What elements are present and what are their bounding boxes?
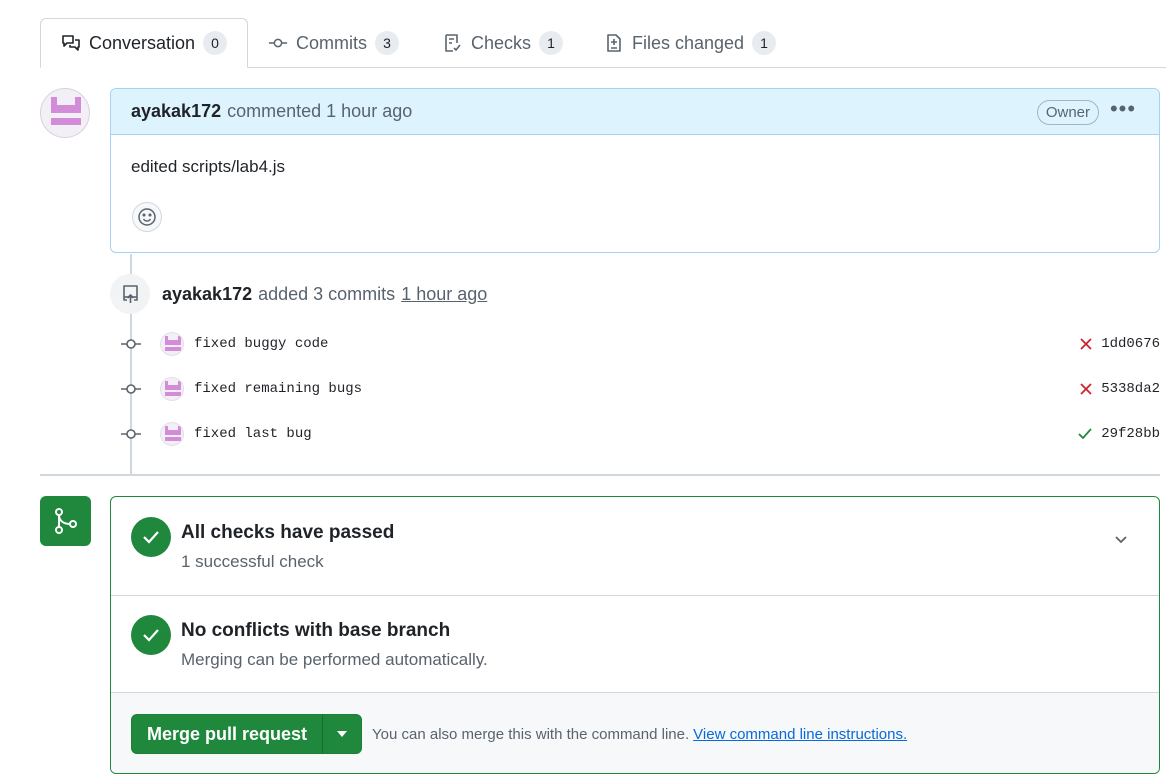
git-commit-icon	[120, 337, 142, 351]
merge-pull-request-button[interactable]: Merge pull request	[132, 715, 324, 753]
tab-counter: 3	[375, 31, 399, 55]
commit-status: 1dd0676	[1079, 336, 1160, 352]
check-icon[interactable]	[1077, 427, 1093, 441]
comment-header: ayakak172 commented 1 hour ago	[111, 89, 1159, 135]
conflicts-title: No conflicts with base branch	[181, 620, 451, 641]
tab-label: Files changed	[632, 32, 745, 53]
repo-push-icon	[110, 274, 150, 314]
merge-options-dropdown[interactable]	[323, 715, 361, 753]
commit-status: 5338da2	[1079, 381, 1160, 397]
checks-subtitle: 1 successful check	[181, 552, 324, 571]
tab-counter: 1	[539, 31, 564, 55]
comment-meta: commented 1 hour ago	[227, 101, 413, 121]
tab-commits[interactable]: Commits 3	[268, 18, 399, 68]
commits-time-link[interactable]: 1 hour ago	[401, 284, 487, 305]
list-item: fixed remaining bugs 5338da2	[120, 374, 1160, 404]
timeline-divider	[40, 474, 1160, 476]
list-item: fixed last bug 29f28bb	[120, 419, 1160, 449]
commit-message[interactable]: fixed remaining bugs	[194, 381, 362, 397]
avatar[interactable]	[160, 377, 184, 401]
git-merge-icon	[40, 496, 91, 546]
comment-body: edited scripts/lab4.js	[131, 157, 286, 176]
conflicts-subtitle: Merging can be performed automatically.	[181, 650, 488, 669]
divider	[111, 595, 1159, 596]
checks-title: All checks have passed	[181, 522, 395, 543]
avatar[interactable]	[160, 332, 184, 356]
merge-hint-text: You can also merge this with the command…	[372, 725, 690, 743]
commit-message[interactable]: fixed buggy code	[194, 336, 328, 352]
kebab-menu-icon[interactable]: •••	[1109, 98, 1137, 125]
triangle-down-icon	[337, 731, 348, 737]
commits-author[interactable]: ayakak172	[162, 284, 252, 305]
check-circle-icon	[131, 615, 171, 655]
conflicts-status: No conflicts with base branch Merging ca…	[111, 615, 1159, 670]
smiley-icon	[138, 208, 156, 226]
check-circle-icon	[131, 517, 171, 557]
owner-badge: Owner	[1036, 100, 1099, 125]
command-line-instructions-link[interactable]: View command line instructions.	[693, 726, 907, 743]
tab-label: Conversation	[89, 32, 196, 53]
commits-summary: ayakak172 added 3 commits 1 hour ago	[110, 274, 487, 314]
tab-conversation[interactable]: Conversation 0	[40, 18, 248, 68]
checklist-icon	[443, 33, 463, 53]
commit-message[interactable]: fixed last bug	[194, 426, 312, 442]
tab-counter: 0	[203, 31, 228, 55]
tab-label: Commits	[296, 32, 367, 53]
merge-box: All checks have passed 1 successful chec…	[110, 496, 1160, 774]
tab-files-changed[interactable]: Files changed 1	[604, 18, 777, 68]
add-reaction-button[interactable]	[132, 202, 162, 232]
tab-checks[interactable]: Checks 1	[443, 18, 564, 68]
identicon	[51, 97, 81, 125]
checks-status[interactable]: All checks have passed 1 successful chec…	[111, 517, 1159, 572]
x-icon[interactable]	[1079, 382, 1093, 396]
git-commit-icon	[120, 382, 142, 396]
pr-description-comment: ayakak172 commented 1 hour ago Owner •••…	[110, 88, 1160, 253]
merge-hint: You can also merge this with the command…	[372, 726, 907, 743]
tab-counter: 1	[752, 31, 777, 55]
comment-author[interactable]: ayakak172	[131, 101, 221, 122]
merge-button-group: Merge pull request	[131, 714, 363, 754]
git-commit-icon	[120, 427, 142, 441]
x-icon[interactable]	[1079, 337, 1093, 351]
avatar[interactable]	[160, 422, 184, 446]
commit-sha[interactable]: 29f28bb	[1101, 426, 1160, 442]
commit-sha[interactable]: 1dd0676	[1101, 336, 1160, 352]
commits-meta: added 3 commits	[258, 283, 396, 304]
comment-discussion-icon	[61, 33, 81, 53]
avatar[interactable]	[40, 88, 90, 138]
pr-tabs: Conversation 0 Commits 3 Checks 1 Files …	[0, 0, 1166, 68]
list-item: fixed buggy code 1dd0676	[120, 329, 1160, 359]
chevron-down-icon[interactable]	[1113, 531, 1129, 552]
commit-sha[interactable]: 5338da2	[1101, 381, 1160, 397]
tab-label: Checks	[471, 32, 532, 53]
file-diff-icon	[604, 33, 624, 53]
merge-footer: Merge pull request You can also merge th…	[111, 692, 1159, 773]
git-commit-icon	[268, 33, 288, 53]
commit-status: 29f28bb	[1077, 426, 1160, 442]
